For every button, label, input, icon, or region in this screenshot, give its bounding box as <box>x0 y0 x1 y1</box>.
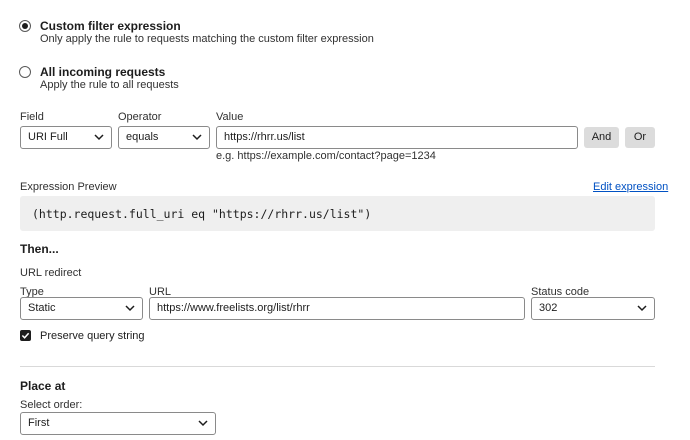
type-select-value: Static <box>28 302 56 314</box>
chevron-down-icon <box>192 134 202 141</box>
field-label: Field <box>20 111 44 123</box>
type-select[interactable]: Static <box>20 297 143 320</box>
select-order-label: Select order: <box>20 399 83 411</box>
operator-select[interactable]: equals <box>118 126 210 149</box>
chevron-down-icon <box>198 420 208 427</box>
and-button[interactable]: And <box>584 127 619 148</box>
value-input[interactable]: https://rhrr.us/list <box>216 126 578 149</box>
url-input[interactable]: https://www.freelists.org/list/rhrr <box>149 297 525 320</box>
all-requests-description: Apply the rule to all requests <box>40 79 179 91</box>
all-requests-radio[interactable] <box>19 66 31 78</box>
field-select-value: URI Full <box>28 131 68 143</box>
chevron-down-icon <box>125 305 135 312</box>
action-label: URL redirect <box>20 267 82 279</box>
place-at-heading: Place at <box>20 379 66 393</box>
checkmark-icon <box>21 332 30 339</box>
chevron-down-icon <box>94 134 104 141</box>
then-heading: Then... <box>20 242 59 256</box>
status-code-select[interactable]: 302 <box>531 297 655 320</box>
value-label: Value <box>216 111 244 123</box>
operator-label: Operator <box>118 111 162 123</box>
operator-select-value: equals <box>126 131 159 143</box>
edit-expression-link[interactable]: Edit expression <box>593 181 668 193</box>
all-requests-title[interactable]: All incoming requests <box>40 65 165 79</box>
preserve-query-label[interactable]: Preserve query string <box>40 330 145 342</box>
order-select[interactable]: First <box>20 412 216 435</box>
custom-filter-description: Only apply the rule to requests matching… <box>40 33 374 45</box>
expression-preview-label: Expression Preview <box>20 181 117 193</box>
field-select[interactable]: URI Full <box>20 126 112 149</box>
custom-filter-radio[interactable] <box>19 20 31 32</box>
expression-preview-code: (http.request.full_uri eq "https://rhrr.… <box>20 196 655 231</box>
value-hint: e.g. https://example.com/contact?page=12… <box>216 150 436 162</box>
order-select-value: First <box>28 417 50 429</box>
section-divider <box>20 366 655 367</box>
chevron-down-icon <box>637 305 647 312</box>
status-code-value: 302 <box>539 302 558 314</box>
or-button[interactable]: Or <box>625 127 655 148</box>
preserve-query-checkbox[interactable] <box>20 330 31 341</box>
custom-filter-title[interactable]: Custom filter expression <box>40 19 181 33</box>
